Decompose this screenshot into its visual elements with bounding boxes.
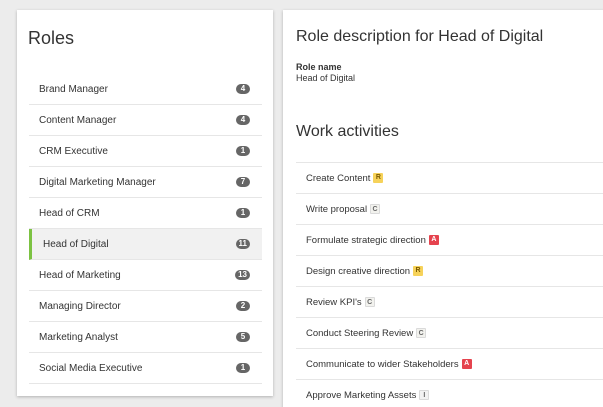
role-name-label: Role name — [296, 62, 342, 72]
role-item-label: Head of CRM — [39, 207, 100, 219]
role-count-badge: 4 — [236, 84, 250, 94]
activity-label: Conduct Steering Review — [306, 327, 414, 339]
role-item-head-of-digital[interactable]: Head of Digital 11 — [29, 229, 262, 260]
page: Roles Brand Manager 4 Content Manager 4 … — [0, 0, 603, 407]
role-item-social-media-executive[interactable]: Social Media Executive 1 — [29, 353, 262, 384]
raci-badge: C — [364, 297, 375, 307]
activity-item[interactable]: Approve Marketing Assets I — [296, 380, 603, 407]
role-count-badge: 13 — [235, 270, 250, 280]
role-item-label: CRM Executive — [39, 145, 108, 157]
activity-item[interactable]: Review KPI's C — [296, 287, 603, 318]
role-item-marketing-analyst[interactable]: Marketing Analyst 5 — [29, 322, 262, 353]
activity-item[interactable]: Write proposal C — [296, 194, 603, 225]
activity-label: Write proposal — [306, 203, 368, 215]
raci-badge: A — [428, 235, 439, 245]
role-item-label: Social Media Executive — [39, 362, 143, 374]
roles-list: Brand Manager 4 Content Manager 4 CRM Ex… — [29, 74, 262, 384]
activity-label: Communicate to wider Stakeholders — [306, 358, 459, 370]
activity-label: Approve Marketing Assets — [306, 389, 417, 401]
role-count-badge: 1 — [236, 146, 250, 156]
role-count-badge: 5 — [236, 332, 250, 342]
role-item-label: Head of Digital — [43, 238, 109, 250]
activity-label: Design creative direction — [306, 265, 411, 277]
role-item-label: Brand Manager — [39, 83, 108, 95]
roles-panel: Roles Brand Manager 4 Content Manager 4 … — [17, 10, 273, 396]
role-count-badge: 4 — [236, 115, 250, 125]
activity-label: Review KPI's — [306, 296, 362, 308]
raci-badge: A — [461, 359, 472, 369]
detail-title: Role description for Head of Digital — [296, 28, 544, 45]
raci-badge: C — [416, 328, 427, 338]
activity-item[interactable]: Create Content R — [296, 163, 603, 194]
raci-badge: C — [370, 204, 381, 214]
raci-badge: I — [419, 390, 430, 400]
role-name-value: Head of Digital — [296, 73, 356, 83]
roles-title: Roles — [28, 28, 75, 48]
raci-badge: R — [373, 173, 384, 183]
activity-item[interactable]: Conduct Steering Review C — [296, 318, 603, 349]
role-count-badge: 1 — [236, 208, 250, 218]
role-item-label: Marketing Analyst — [39, 331, 118, 343]
activity-item[interactable]: Formulate strategic direction A — [296, 225, 603, 256]
role-item-head-of-marketing[interactable]: Head of Marketing 13 — [29, 260, 262, 291]
role-item-label: Managing Director — [39, 300, 121, 312]
role-detail-panel: Role description for Head of Digital Rol… — [283, 10, 603, 407]
role-count-badge: 11 — [235, 239, 250, 249]
role-item-content-manager[interactable]: Content Manager 4 — [29, 105, 262, 136]
work-activities-list: Create Content R Write proposal C Formul… — [296, 162, 603, 407]
role-item-managing-director[interactable]: Managing Director 2 — [29, 291, 262, 322]
role-count-badge: 7 — [236, 177, 250, 187]
activity-item[interactable]: Communicate to wider Stakeholders A — [296, 349, 603, 380]
role-item-digital-marketing-manager[interactable]: Digital Marketing Manager 7 — [29, 167, 262, 198]
raci-badge: R — [413, 266, 424, 276]
activity-label: Formulate strategic direction — [306, 234, 426, 246]
role-item-crm-executive[interactable]: CRM Executive 1 — [29, 136, 262, 167]
activity-item[interactable]: Design creative direction R — [296, 256, 603, 287]
role-count-badge: 1 — [236, 363, 250, 373]
role-count-badge: 2 — [236, 301, 250, 311]
role-item-label: Digital Marketing Manager — [39, 176, 156, 188]
role-item-label: Content Manager — [39, 114, 117, 126]
role-item-brand-manager[interactable]: Brand Manager 4 — [29, 74, 262, 105]
work-activities-title: Work activities — [296, 123, 399, 140]
role-item-head-of-crm[interactable]: Head of CRM 1 — [29, 198, 262, 229]
role-item-label: Head of Marketing — [39, 269, 121, 281]
activity-label: Create Content — [306, 172, 371, 184]
